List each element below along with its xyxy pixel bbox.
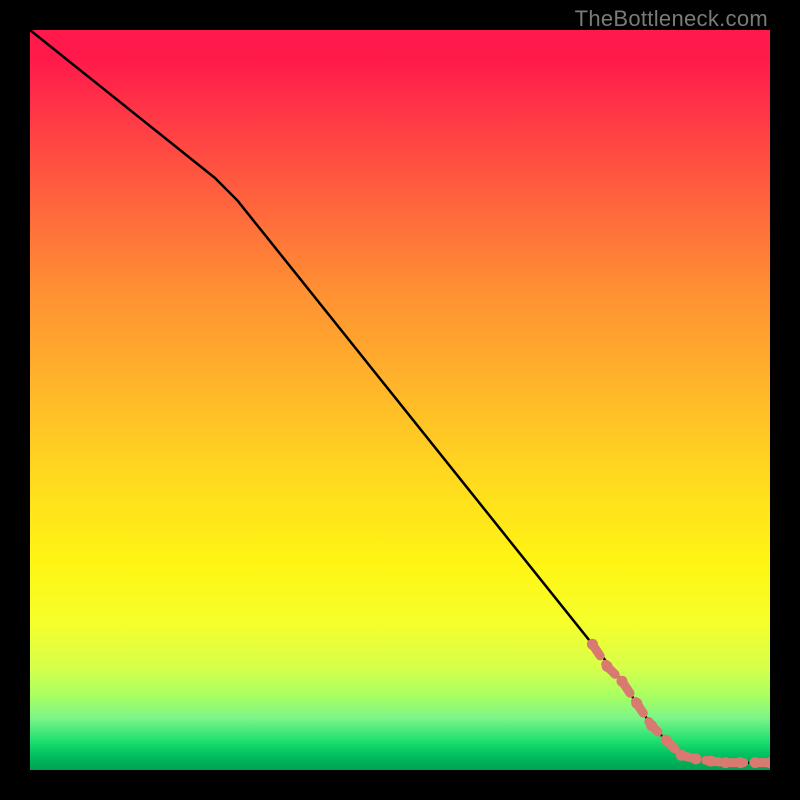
highlighted-point (691, 753, 702, 764)
highlighted-point (750, 757, 761, 768)
highlighted-point (676, 750, 687, 761)
highlighted-point (661, 735, 672, 746)
highlighted-point (646, 720, 657, 731)
highlighted-point (735, 757, 746, 768)
highlighted-point (617, 676, 628, 687)
plot-area (30, 30, 770, 770)
highlighted-point (705, 756, 716, 767)
highlighted-point (602, 661, 613, 672)
highlighted-segment (587, 639, 770, 768)
watermark-text: TheBottleneck.com (575, 6, 768, 32)
chart-overlay (30, 30, 770, 770)
highlighted-point (587, 639, 598, 650)
bottleneck-curve (30, 30, 770, 763)
highlighted-point (631, 698, 642, 709)
highlighted-point (720, 757, 731, 768)
highlighted-segment-line (592, 644, 770, 762)
chart-stage: TheBottleneck.com (0, 0, 800, 800)
